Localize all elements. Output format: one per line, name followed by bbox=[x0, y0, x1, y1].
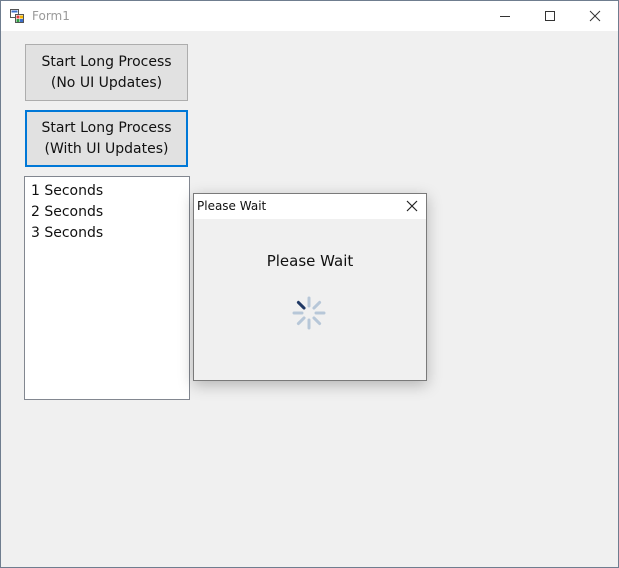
minimize-button[interactable] bbox=[482, 1, 528, 31]
maximize-icon bbox=[545, 11, 555, 21]
app-icon bbox=[10, 9, 24, 23]
main-window: Form1 Start Long Process (No UI Updates)… bbox=[0, 0, 619, 568]
list-item[interactable]: 3 Seconds bbox=[31, 223, 189, 244]
start-long-process-no-ui-updates-button[interactable]: Start Long Process (No UI Updates) bbox=[25, 44, 188, 101]
please-wait-dialog: Please Wait Please Wait bbox=[193, 193, 427, 381]
window-title: Form1 bbox=[32, 9, 70, 23]
list-item[interactable]: 1 Seconds bbox=[31, 181, 189, 202]
close-icon bbox=[589, 10, 601, 22]
title-bar[interactable]: Form1 bbox=[1, 1, 618, 31]
maximize-button[interactable] bbox=[527, 1, 573, 31]
button-label-line1: Start Long Process bbox=[41, 53, 172, 70]
button-label-line2: (No UI Updates) bbox=[50, 74, 163, 91]
spinner-icon bbox=[292, 296, 326, 330]
close-icon[interactable] bbox=[404, 198, 420, 214]
minimize-icon bbox=[500, 16, 510, 17]
close-button[interactable] bbox=[572, 1, 618, 31]
seconds-listbox[interactable]: 1 Seconds 2 Seconds 3 Seconds bbox=[24, 176, 190, 400]
button-label-line2: (With UI Updates) bbox=[44, 140, 169, 157]
dialog-title-bar[interactable]: Please Wait bbox=[194, 194, 426, 219]
button-label-line1: Start Long Process bbox=[41, 119, 172, 136]
list-item[interactable]: 2 Seconds bbox=[31, 202, 189, 223]
dialog-message: Please Wait bbox=[266, 252, 354, 270]
start-long-process-with-ui-updates-button[interactable]: Start Long Process (With UI Updates) bbox=[25, 110, 188, 167]
dialog-title: Please Wait bbox=[197, 199, 267, 213]
